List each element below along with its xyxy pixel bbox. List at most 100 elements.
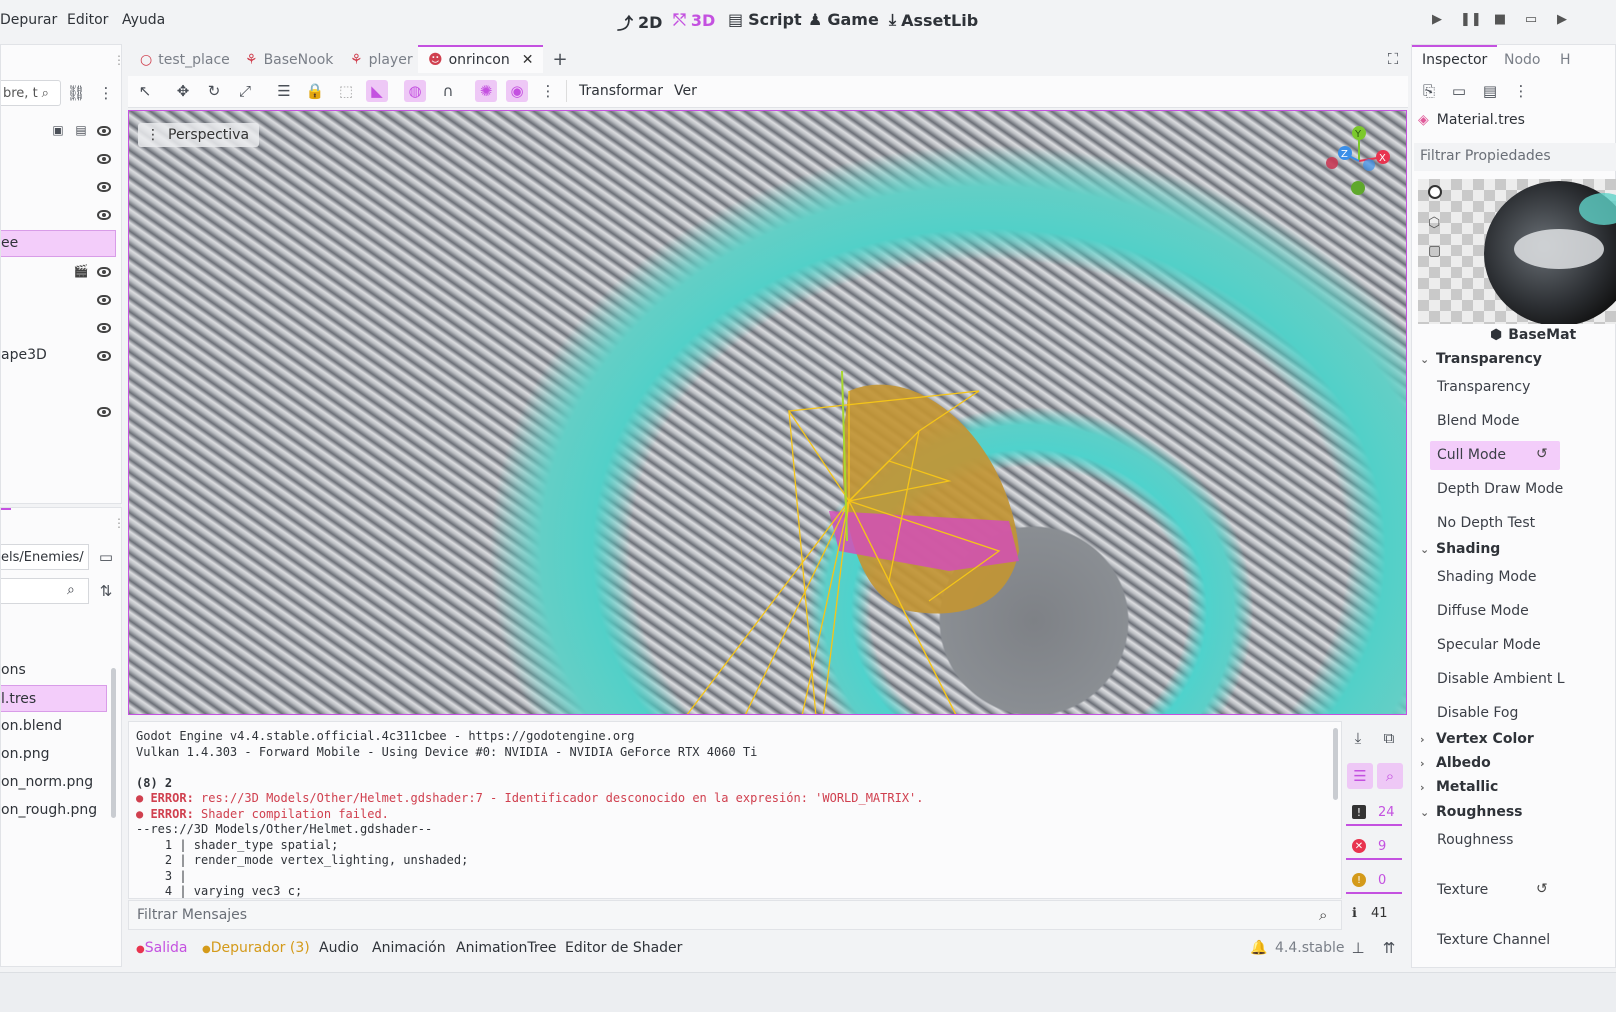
plane-shape-icon[interactable]: ▢ (1428, 243, 1441, 259)
filter-properties-input[interactable]: Filtrar Propiedades (1414, 143, 1616, 171)
tab-player[interactable]: ⚘ player (340, 47, 423, 73)
tab-debugger[interactable]: ●Depurador (3) (202, 940, 310, 956)
helmet-mesh[interactable] (589, 351, 1149, 715)
scene-filter-input[interactable]: bre, t ⌕ (1, 80, 61, 106)
scroll-to-bottom-icon[interactable]: ⤓ (1347, 727, 1369, 749)
prop-texture-channel[interactable]: Texture Channel (1437, 932, 1550, 948)
file-item[interactable]: ons (1, 657, 26, 683)
tab-test-place[interactable]: ○ test_place (130, 47, 240, 73)
script-attached-icon[interactable]: ▤ (70, 119, 92, 141)
tab-audio[interactable]: Audio (319, 940, 359, 956)
rotate-tool-icon[interactable]: ↻ (203, 80, 225, 102)
tab-history[interactable]: H (1550, 47, 1581, 73)
stop-icon[interactable]: ■ (1491, 12, 1509, 30)
load-resource-icon[interactable]: ▭ (1448, 80, 1470, 102)
tab-basenook[interactable]: ⚘ BaseNook (235, 47, 343, 73)
section-roughness[interactable]: ⌄ Roughness (1420, 804, 1522, 820)
copy-icon[interactable]: ⧉ (1378, 727, 1400, 749)
visibility-eye-icon[interactable] (97, 182, 111, 192)
revert-icon[interactable]: ↺ (1536, 881, 1548, 897)
more-options-icon[interactable]: ⋮ (95, 82, 117, 104)
file-filter-input[interactable]: ⌕ (1, 578, 89, 604)
select-tool-icon[interactable]: ↖ (134, 80, 156, 102)
filter-messages-input[interactable]: Filtrar Mensajes ⌕ (128, 900, 1342, 930)
section-vertex-color[interactable]: › Vertex Color (1420, 731, 1534, 747)
close-tab-icon[interactable]: ✕ (522, 52, 534, 68)
prop-roughness-texture[interactable]: Texture (1437, 882, 1488, 898)
sort-icon[interactable]: ⇅ (95, 580, 117, 602)
prop-diffuse-mode[interactable]: Diffuse Mode (1437, 603, 1529, 619)
visibility-eye-icon[interactable] (97, 323, 111, 333)
tab-shader-editor[interactable]: Editor de Shader (565, 940, 682, 956)
visibility-eye-icon[interactable] (97, 210, 111, 220)
notification-bell-icon[interactable]: 🔔 (1250, 940, 1267, 956)
collapse-messages-icon[interactable]: ☰ (1347, 763, 1373, 789)
pause-icon[interactable]: ❚❚ (1460, 12, 1482, 30)
tab-inspector[interactable]: Inspector (1412, 45, 1498, 73)
resource-path[interactable]: ◈ Material.tres (1418, 112, 1525, 128)
mode-script-button[interactable]: ▤ Script (728, 10, 802, 29)
prop-specular-mode[interactable]: Specular Mode (1437, 637, 1541, 653)
layout-toggle-icon[interactable]: ▭ (95, 546, 117, 568)
3d-viewport[interactable]: ⋮ Perspectiva Y X Z (128, 110, 1407, 715)
menu-depurar[interactable]: Depurar (0, 12, 57, 28)
warning-count-toggle[interactable]: ! 0 (1346, 868, 1402, 894)
drag-handle-icon[interactable]: ⋮ (113, 516, 125, 530)
sun-preview-icon[interactable]: ✺ (475, 80, 497, 102)
tab-animation[interactable]: Animación (372, 940, 446, 956)
move-tool-icon[interactable]: ✥ (172, 80, 194, 102)
instance-scene-icon[interactable]: ⛓ (65, 82, 87, 104)
drag-handle-icon[interactable]: ⋮ (113, 53, 125, 67)
visibility-eye-icon[interactable] (97, 407, 111, 417)
visibility-eye-icon[interactable] (97, 154, 111, 164)
message-count-toggle[interactable]: ! 24 (1346, 800, 1402, 826)
group-select-icon[interactable]: ⬚ (335, 80, 357, 102)
save-resource-icon[interactable]: ▤ (1479, 80, 1501, 102)
visibility-eye-icon[interactable] (97, 126, 111, 136)
add-tab-icon[interactable]: + (549, 48, 571, 70)
perspective-menu-button[interactable]: ⋮ Perspectiva (138, 123, 260, 147)
prop-transparency[interactable]: Transparency (1437, 379, 1530, 395)
local-space-icon[interactable]: ◍ (404, 80, 426, 102)
sphere-shape-icon[interactable] (1428, 185, 1442, 199)
file-item[interactable]: on_rough.png (1, 797, 97, 823)
error-count-toggle[interactable]: ✕ 9 (1346, 834, 1402, 860)
file-item[interactable]: on.png (1, 741, 50, 767)
clapper-icon[interactable]: 🎬 (70, 260, 92, 282)
transform-menu[interactable]: Transformar (579, 83, 663, 99)
environment-preview-icon[interactable]: ◉ (506, 80, 528, 102)
more-options-icon[interactable]: ⋮ (1510, 80, 1532, 102)
visibility-eye-icon[interactable] (97, 351, 111, 361)
fullscreen-icon[interactable]: ⛶ (1382, 48, 1404, 70)
ruler-icon[interactable]: ◣ (366, 80, 388, 102)
section-shading[interactable]: ⌄ Shading (1420, 541, 1500, 557)
play-scene-icon[interactable]: ▶ (1553, 12, 1571, 30)
new-resource-icon[interactable]: ⎘ (1418, 80, 1440, 102)
pin-icon[interactable]: ⊥ (1347, 937, 1369, 959)
tab-output[interactable]: ●Salida (136, 940, 187, 956)
lock-icon[interactable]: 🔒 (304, 80, 326, 102)
expand-panel-icon[interactable]: ⇈ (1378, 937, 1400, 959)
prop-disable-fog[interactable]: Disable Fog (1437, 705, 1518, 721)
tab-node[interactable]: Nodo (1494, 47, 1551, 73)
info-count-toggle[interactable]: ℹ 41 (1352, 906, 1388, 921)
menu-editor[interactable]: Editor (67, 12, 108, 28)
prop-roughness[interactable]: Roughness (1437, 832, 1513, 848)
snap-icon[interactable]: ∩ (437, 80, 459, 102)
tab-animation-tree[interactable]: AnimationTree (456, 940, 557, 956)
section-metallic[interactable]: › Metallic (1420, 779, 1498, 795)
scale-tool-icon[interactable]: ⤢ (234, 80, 256, 102)
prop-disable-ambient-light[interactable]: Disable Ambient L (1437, 671, 1565, 687)
file-item-selected[interactable]: l.tres (1, 685, 107, 712)
file-item[interactable]: on_norm.png (1, 769, 93, 795)
prop-depth-draw-mode[interactable]: Depth Draw Mode (1437, 481, 1563, 497)
prop-no-depth-test[interactable]: No Depth Test (1437, 515, 1535, 531)
prop-cull-mode-row[interactable]: Cull Mode ↺ (1430, 441, 1560, 470)
play-icon[interactable]: ▶ (1428, 12, 1446, 30)
list-select-icon[interactable]: ☰ (273, 80, 295, 102)
mode-game-button[interactable]: ♟ Game (808, 10, 879, 29)
revert-icon[interactable]: ↺ (1536, 446, 1548, 462)
prop-shading-mode[interactable]: Shading Mode (1437, 569, 1536, 585)
visibility-eye-icon[interactable] (97, 295, 111, 305)
console-scrollbar[interactable] (1333, 728, 1338, 800)
